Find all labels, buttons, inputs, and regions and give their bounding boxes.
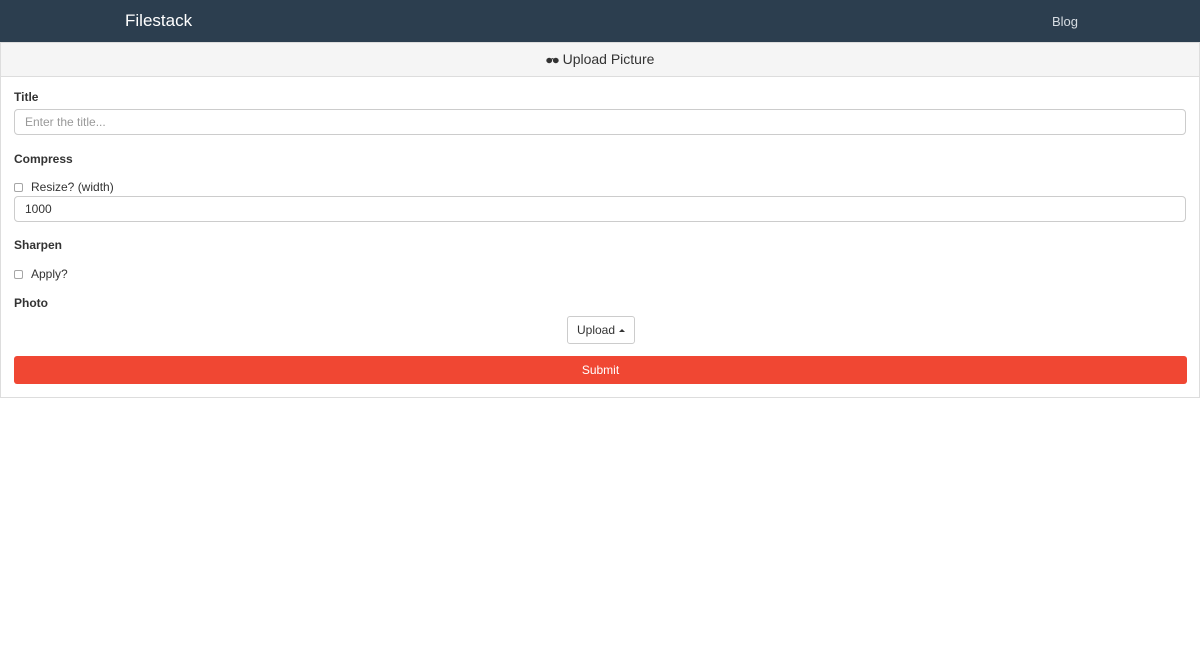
compress-label: Compress [14,152,73,166]
upload-panel: Upload Picture Title Compress Resize? (w… [0,42,1200,398]
resize-width-input[interactable] [14,196,1186,222]
resize-checkbox[interactable] [14,182,23,192]
sharpen-apply-label: Apply? [31,267,68,281]
sharpen-label: Sharpen [14,238,63,252]
submit-button[interactable]: Submit [14,356,1187,384]
panel-title: Upload Picture [562,51,655,67]
sharpen-option[interactable]: Apply? [14,267,68,281]
top-navbar: Filestack Blog [0,0,1200,42]
upload-button[interactable]: Upload [567,316,635,344]
panel-heading: Upload Picture [1,42,1199,77]
upload-button-label: Upload [576,323,616,337]
nav-link-blog[interactable]: Blog [1052,14,1078,29]
photo-label: Photo [14,296,48,310]
resize-label: Resize? (width) [31,180,114,194]
sharpen-checkbox[interactable] [14,269,23,279]
title-label: Title [14,90,39,104]
glasses-icon [545,43,559,76]
title-input[interactable] [14,109,1186,135]
resize-option[interactable]: Resize? (width) [14,180,114,194]
brand-link[interactable]: Filestack [125,11,192,31]
caret-up-icon [619,328,626,332]
